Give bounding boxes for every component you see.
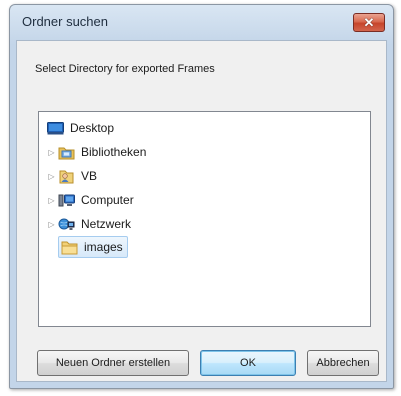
ok-button[interactable]: OK [200, 350, 296, 376]
network-icon [58, 217, 75, 232]
tree-item-label: Netzwerk [81, 217, 132, 231]
cancel-button[interactable]: Abbrechen [307, 350, 379, 376]
new-folder-button[interactable]: Neuen Ordner erstellen [37, 350, 189, 376]
cancel-button-label: Abbrechen [316, 357, 370, 369]
folder-browse-dialog: Ordner suchen ✕ Select Directory for exp… [9, 4, 394, 389]
expand-arrow-icon[interactable]: ▷ [47, 195, 56, 205]
title-bar[interactable]: Ordner suchen ✕ [10, 5, 393, 39]
tree-item-desktop[interactable]: Desktop [47, 117, 118, 139]
instruction-text: Select Directory for exported Frames [35, 63, 215, 75]
tree-item-bibliotheken[interactable]: ▷ Bibliotheken [47, 141, 150, 163]
desktop-icon [47, 121, 64, 136]
tree-item-netzwerk[interactable]: ▷ Netzwerk [47, 213, 135, 235]
tree-item-label: Desktop [70, 121, 115, 135]
expand-arrow-icon[interactable]: ▷ [47, 171, 56, 181]
window-title: Ordner suchen [22, 14, 108, 29]
new-folder-button-label: Neuen Ordner erstellen [55, 357, 171, 369]
libraries-icon [58, 145, 75, 160]
folder-tree[interactable]: Desktop ▷ Bibliotheken ▷ VB ▷ Computer ▷… [38, 111, 371, 327]
folder-icon [61, 240, 78, 255]
expand-arrow-icon[interactable]: ▷ [47, 219, 56, 229]
tree-item-vb[interactable]: ▷ VB [47, 165, 101, 187]
tree-item-label: Computer [81, 193, 134, 207]
close-button[interactable]: ✕ [353, 13, 385, 32]
expand-arrow-icon[interactable]: ▷ [47, 147, 56, 157]
tree-item-images[interactable]: images [58, 236, 128, 258]
user-folder-icon [58, 169, 75, 184]
tree-item-label: VB [81, 169, 98, 183]
ok-button-label: OK [240, 357, 256, 369]
computer-icon [58, 193, 75, 208]
close-icon: ✕ [363, 15, 375, 30]
tree-item-label: images [84, 240, 123, 254]
tree-item-label: Bibliotheken [81, 145, 147, 159]
dialog-body: Select Directory for exported Frames Des… [16, 40, 387, 382]
tree-item-computer[interactable]: ▷ Computer [47, 189, 138, 211]
